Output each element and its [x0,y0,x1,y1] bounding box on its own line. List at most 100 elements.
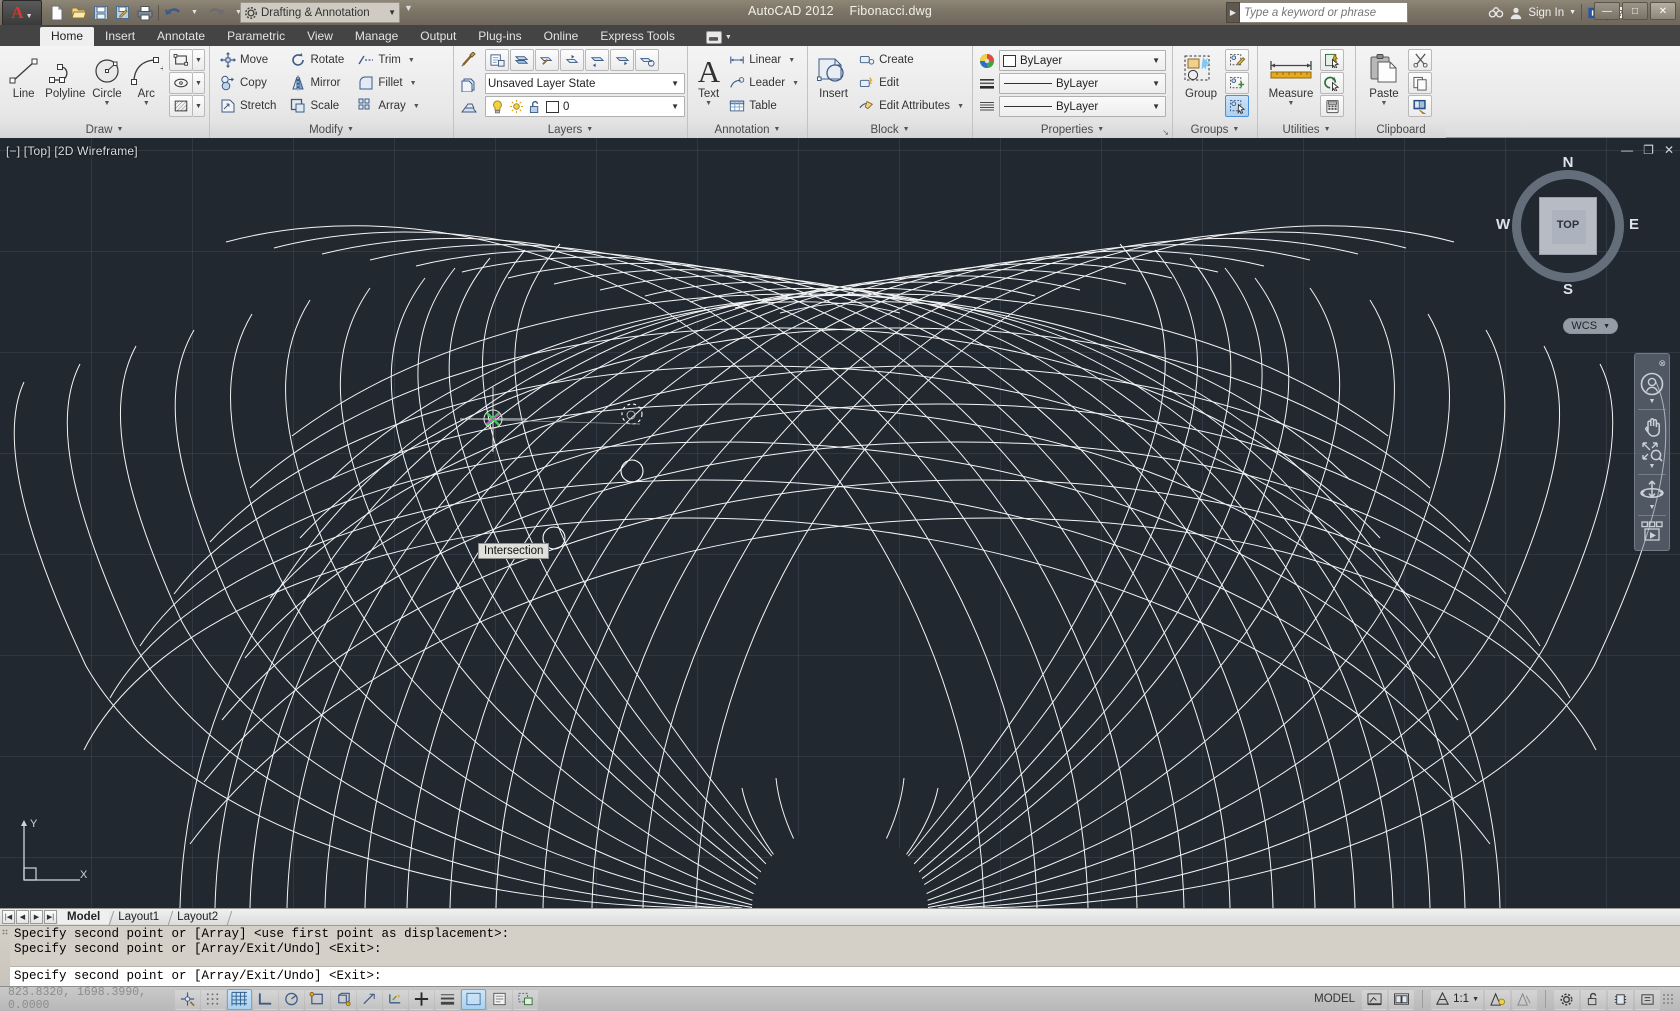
chevron-down-icon[interactable]: ▼ [957,103,964,110]
layer-change-icon[interactable] [560,49,584,71]
lightbulb-on-icon[interactable] [491,99,504,114]
chevron-down-icon[interactable]: ▼ [792,80,799,87]
lineweight-combo[interactable]: ByLayer ▼ [999,96,1166,117]
layout-space-icon[interactable] [1389,988,1415,1010]
annotation-scale-selector[interactable]: 1:1 ▼ [1431,988,1483,1010]
qat-overflow-button[interactable]: ▼ [404,3,413,13]
search-input[interactable] [1240,2,1408,23]
chevron-down-icon[interactable]: ▼ [668,102,682,111]
layer-merge-icon[interactable] [510,49,534,71]
quick-properties-icon[interactable] [487,988,512,1010]
chevron-down-icon[interactable]: ▼ [103,100,110,107]
pan-hand-icon[interactable] [1640,414,1664,438]
panel-block-title[interactable]: Block ▼ [808,121,972,138]
quick-calc-cursor-icon[interactable] [1320,72,1344,94]
viewport-maximize-icon[interactable]: ❐ [1643,143,1654,157]
chevron-down-icon[interactable]: ▼ [408,57,415,64]
layer-state-combo[interactable]: Unsaved Layer State ▼ [485,73,685,94]
chevron-down-icon[interactable]: ▼ [1149,102,1163,111]
zoom-extents-icon[interactable] [1640,440,1664,462]
layout-tab-model[interactable]: Model [58,910,110,924]
ribbon-minimize-control[interactable]: ▼ [705,31,732,46]
application-menu-button[interactable]: A ▼ [2,0,42,26]
object-snap-tracking-icon[interactable] [357,988,382,1010]
chevron-down-icon[interactable]: ▼ [192,72,205,94]
quick-select-icon[interactable] [1320,49,1344,71]
tab-parametric[interactable]: Parametric [216,27,296,46]
orbit-icon[interactable] [1639,479,1665,503]
tab-manage[interactable]: Manage [344,27,409,46]
chevron-down-icon[interactable]: ▼ [1472,996,1479,1003]
lineweight-icon[interactable] [435,988,460,1010]
coordinate-display[interactable]: 823.8320, 1698.3990, 0.0000 [0,986,175,1011]
maximize-button[interactable]: □ [1622,2,1648,20]
group-button[interactable]: Group [1177,49,1225,100]
sun-icon[interactable] [510,100,523,113]
workspace-gear-icon[interactable] [1554,988,1579,1010]
move-button[interactable]: Move [218,49,280,71]
search-expand-icon[interactable]: ▶ [1226,2,1240,23]
undo-icon[interactable] [162,2,183,23]
current-layer-combo[interactable]: 0 ▼ [485,96,685,117]
plot-icon[interactable] [134,2,155,23]
scale-button[interactable]: Scale [288,95,348,117]
layer-match-icon[interactable] [535,49,559,71]
tab-home[interactable]: Home [40,27,95,46]
viewport-label[interactable]: [−] [Top] [2D Wireframe] [6,144,138,158]
tab-annotate[interactable]: Annotate [146,27,216,46]
save-as-icon[interactable] [112,2,133,23]
next-layout-button[interactable]: ▶ [30,910,43,924]
chevron-down-icon[interactable]: ▼ [1649,463,1656,470]
edit-attributes-button[interactable]: Edit Attributes ▼ [857,95,968,117]
fillet-button[interactable]: Fillet ▼ [356,72,423,94]
color-wheel-icon[interactable] [979,53,995,69]
copy-with-basepoint-icon[interactable] [1408,95,1432,117]
arc-button[interactable]: + Arc ▼ [127,49,166,107]
redo-icon[interactable] [206,2,227,23]
panel-utilities-title[interactable]: Utilities ▼ [1258,121,1355,138]
copy-clip-icon[interactable] [1408,72,1432,94]
object-snap-icon[interactable] [305,988,330,1010]
polar-tracking-icon[interactable] [279,988,304,1010]
hardware-accel-icon[interactable] [1608,988,1633,1010]
edit-block-button[interactable]: Edit [857,72,968,94]
drawing-viewport[interactable]: Intersection [−] [Top] [2D Wireframe] — … [0,138,1680,908]
color-swatch-icon[interactable] [546,100,559,113]
mirror-button[interactable]: Mirror [288,72,348,94]
chevron-down-icon[interactable]: ▼ [586,126,593,133]
ungroup-icon[interactable] [1225,49,1249,71]
ellipse-button[interactable]: ▼ [168,72,205,94]
panel-draw-title[interactable]: Draw ▼ [0,121,209,138]
chevron-down-icon[interactable]: ▼ [410,80,417,87]
hatch-button[interactable]: ▼ [168,95,205,117]
first-layout-button[interactable]: |◀ [2,910,15,924]
rectangle-button[interactable]: ▼ [168,49,205,71]
tab-plugins[interactable]: Plug-ins [467,27,532,46]
linear-dimension-button[interactable]: Linear ▼ [727,49,803,71]
grid-display-icon[interactable] [227,988,252,1010]
chevron-down-icon[interactable]: ▼ [903,126,910,133]
panel-groups-title[interactable]: Groups ▼ [1173,121,1257,138]
polyline-button[interactable]: Polyline [43,49,87,100]
layer-props-manager-icon[interactable] [485,49,509,71]
chevron-down-icon[interactable]: ▼ [1232,126,1239,133]
showmotion-icon[interactable] [1639,520,1665,546]
rotate-button[interactable]: Rotate [288,49,348,71]
transparency-icon[interactable] [461,988,486,1010]
chevron-down-icon[interactable]: ▼ [347,126,354,133]
compass-north-label[interactable]: N [1498,154,1638,171]
chevron-down-icon[interactable]: ▼ [1649,504,1656,511]
model-space-label[interactable]: MODEL [1309,993,1360,1005]
group-selection-on-icon[interactable] [1225,95,1249,117]
chevron-down-icon[interactable]: ▼ [1149,79,1163,88]
chevron-down-icon[interactable]: ▼ [1381,100,1388,107]
last-layout-button[interactable]: ▶| [44,910,57,924]
chevron-down-icon[interactable]: ▼ [788,57,795,64]
layer-freeze-icon[interactable] [457,97,481,119]
array-button[interactable]: Array ▼ [356,95,423,117]
measure-button[interactable]: Measure ▼ [1262,49,1320,107]
calculator-icon[interactable] [1320,95,1344,117]
command-input[interactable]: Specify second point or [Array/Exit/Undo… [10,966,1680,987]
trim-button[interactable]: Trim ▼ [356,49,423,71]
compass-west-label[interactable]: W [1496,216,1510,233]
